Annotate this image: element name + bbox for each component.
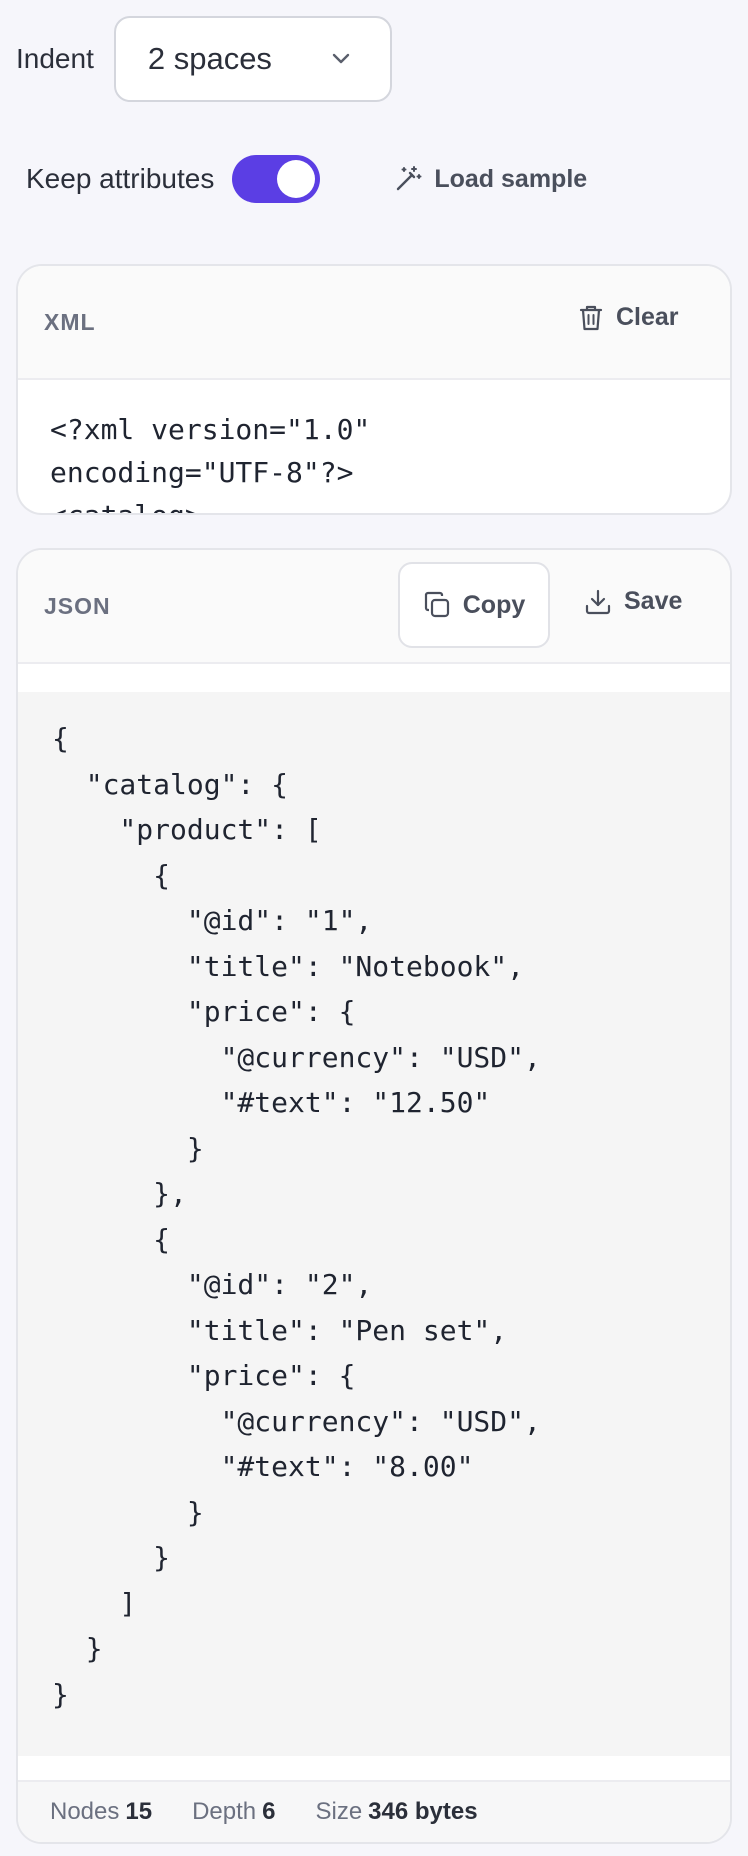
- stat-size-label: Size: [315, 1798, 363, 1825]
- indent-select[interactable]: 2 spaces: [113, 16, 392, 102]
- json-panel-header: JSON Copy Save: [18, 550, 730, 664]
- options-row: Keep attributes Load sample: [26, 154, 587, 204]
- copy-label: Copy: [462, 590, 526, 619]
- stat-depth: Depth 6: [192, 1798, 275, 1826]
- download-icon: [584, 588, 612, 616]
- keep-attributes-label: Keep attributes: [26, 163, 215, 194]
- save-button[interactable]: Save: [584, 587, 682, 616]
- stat-size: Size 346 bytes: [315, 1798, 477, 1826]
- stat-size-value: 346 bytes: [368, 1798, 478, 1825]
- clear-label: Clear: [616, 303, 679, 331]
- load-sample-button[interactable]: Load sample: [394, 165, 587, 194]
- toggle-knob: [277, 160, 316, 198]
- keep-attributes-toggle[interactable]: [232, 155, 321, 203]
- stat-nodes-label: Nodes: [50, 1798, 120, 1825]
- xml-input[interactable]: <?xml version="1.0" encoding="UTF-8"?> <…: [18, 380, 730, 513]
- json-panel-title: JSON: [44, 592, 111, 619]
- stat-nodes: Nodes 15: [50, 1798, 152, 1826]
- stat-depth-label: Depth: [192, 1798, 257, 1825]
- xml-panel: XML Clear <?xml version="1.0" encoding="…: [16, 264, 732, 515]
- copy-icon: [423, 591, 451, 619]
- stat-depth-value: 6: [262, 1798, 276, 1825]
- trash-icon: [578, 304, 604, 332]
- xml-panel-header: XML Clear: [18, 266, 730, 380]
- stat-nodes-value: 15: [125, 1798, 153, 1825]
- indent-select-value: 2 spaces: [147, 41, 272, 76]
- load-sample-label: Load sample: [434, 164, 588, 193]
- save-label: Save: [624, 587, 683, 615]
- chevron-down-icon: [332, 53, 350, 65]
- copy-button[interactable]: Copy: [398, 562, 550, 648]
- stats-bar: Nodes 15 Depth 6 Size 346 bytes: [18, 1780, 730, 1842]
- xml-panel-title: XML: [44, 308, 96, 335]
- indent-control: Indent 2 spaces: [16, 16, 392, 102]
- clear-button[interactable]: Clear: [578, 303, 679, 332]
- json-gap: [18, 664, 730, 692]
- indent-label: Indent: [16, 43, 94, 74]
- magic-wand-icon: [394, 165, 422, 193]
- json-panel: JSON Copy Save { "catalog": { "product":…: [16, 548, 732, 1844]
- json-output[interactable]: { "catalog": { "product": [ { "@id": "1"…: [18, 692, 730, 1756]
